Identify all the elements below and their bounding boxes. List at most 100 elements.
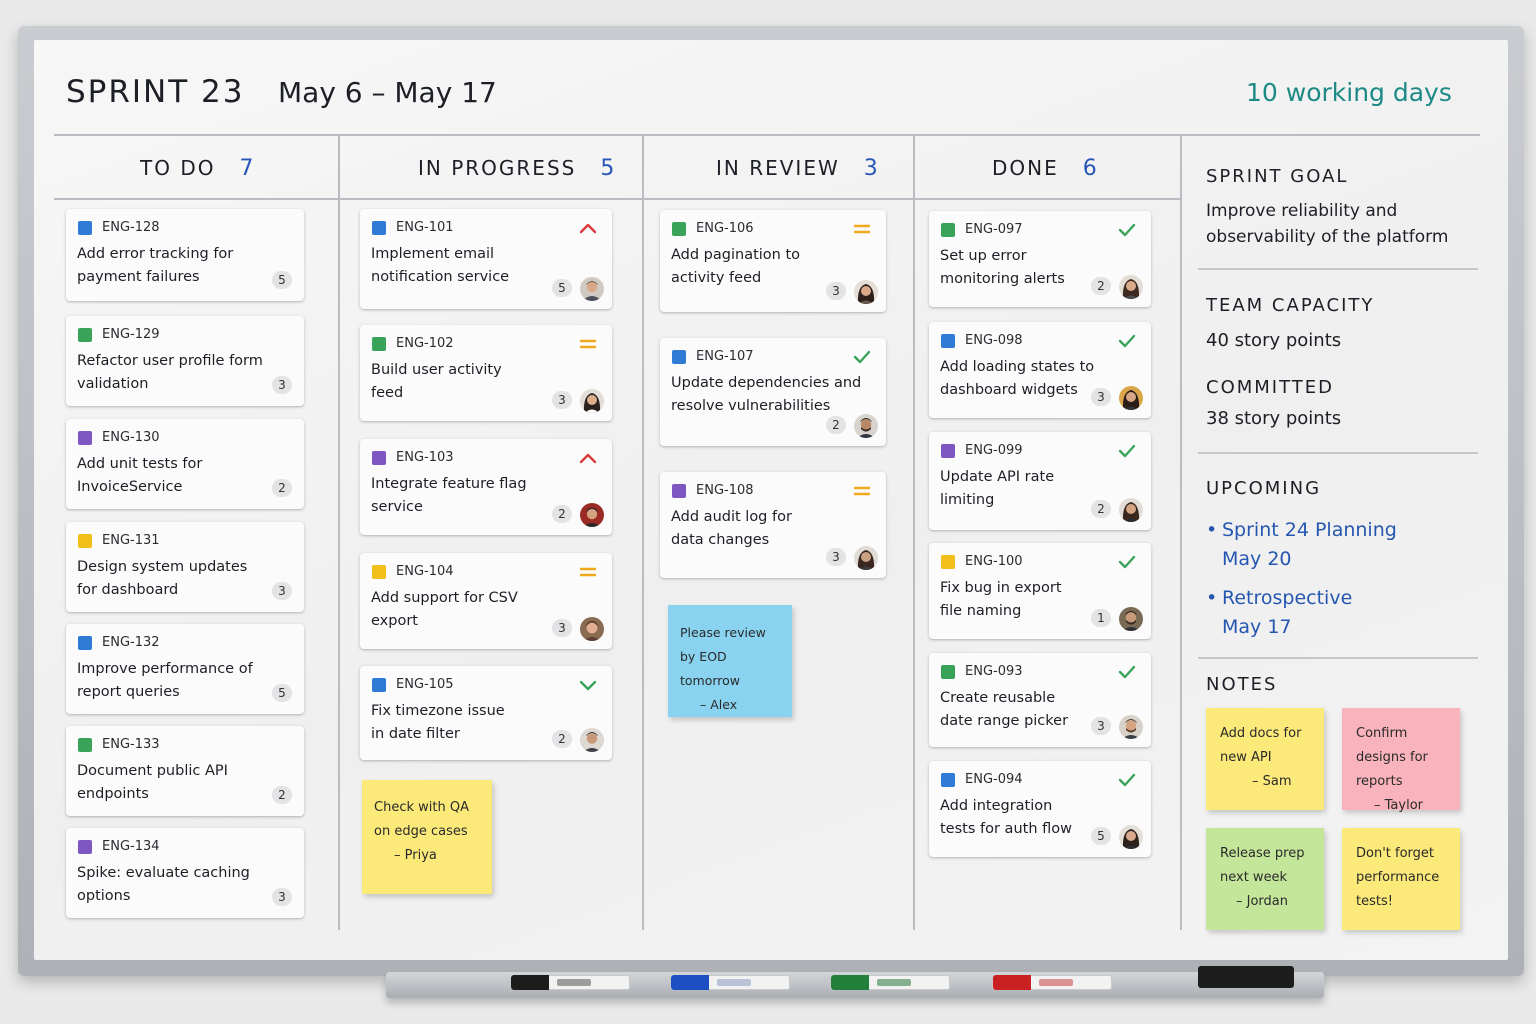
column-header-in-progress: IN PROGRESS 5 [418,156,614,181]
task-card[interactable]: ENG-108 Add audit log for data changes 3 [660,472,886,578]
sticky-text: Confirm designs for reports [1356,726,1428,789]
black-marker[interactable] [510,975,630,990]
assignee-avatar [1119,607,1143,631]
story-points: 3 [826,548,846,566]
story-points: 3 [272,582,292,600]
task-title: Design system updates for dashboard [77,559,248,598]
type-tag [78,221,92,235]
task-card[interactable]: ENG-097 Set up error monitoring alerts 2 [929,211,1151,307]
red-marker[interactable] [992,975,1112,990]
marker-tray [386,966,1324,998]
task-title: Fix bug in export file naming [940,580,1062,619]
task-title: Set up error monitoring alerts [940,248,1065,287]
type-tag [941,773,955,787]
task-title: Update dependencies and resolve vulnerab… [671,375,862,414]
type-tag [78,328,92,342]
task-title: Update API rate limiting [940,469,1055,508]
column-label: DONE [992,156,1059,180]
sidebar-divider [1198,452,1478,454]
type-tag [672,350,686,364]
sticky-note[interactable]: Don't forget performance tests! [1342,828,1460,930]
column-divider [1180,136,1182,930]
task-card[interactable]: ENG-106 Add pagination to activity feed … [660,210,886,312]
type-tag [941,444,955,458]
upcoming-item: • Sprint 24 Planning May 20 [1206,516,1456,574]
sticky-note[interactable]: Check with QA on edge cases – Priya [362,780,492,894]
task-card[interactable]: ENG-130 Add unit tests for InvoiceServic… [66,419,304,509]
task-card[interactable]: ENG-099 Update API rate limiting 2 [929,432,1151,530]
assignee-avatar [580,503,604,527]
task-card[interactable]: ENG-098 Add loading states to dashboard … [929,322,1151,418]
task-title: Create reusable date range picker [940,690,1069,729]
task-card[interactable]: ENG-103 Integrate feature flag service 2 [360,439,612,535]
column-header-divider [54,198,1180,200]
task-card[interactable]: ENG-131 Design system updates for dashbo… [66,522,304,612]
sprint-title: SPRINT 23 [66,74,245,110]
sticky-note[interactable]: Release prep next week – Jordan [1206,828,1324,930]
sidebar-divider [1198,268,1478,270]
task-key: ENG-134 [102,839,160,854]
sprint-board: SPRINT 23 May 6 – May 17 10 working days… [34,40,1508,960]
task-card[interactable]: ENG-101 Implement email notification ser… [360,209,612,309]
check-icon [1117,663,1137,681]
task-key: ENG-108 [696,483,754,498]
low-priority-icon [852,348,872,366]
task-title: Add unit tests for InvoiceService [77,456,203,495]
task-title: Add integration tests for auth flow [940,798,1072,837]
task-key: ENG-129 [102,327,160,342]
task-title: Spike: evaluate caching options [77,865,250,904]
type-tag [372,451,386,465]
task-card[interactable]: ENG-104 Add support for CSV export 3 [360,553,612,649]
type-tag [372,221,386,235]
type-tag [941,223,955,237]
blue-marker[interactable] [670,975,790,990]
assignee-avatar [580,617,604,641]
eraser[interactable] [1198,966,1294,988]
task-card[interactable]: ENG-100 Fix bug in export file naming 1 [929,543,1151,639]
story-points: 3 [272,376,292,394]
type-tag [78,738,92,752]
sticky-text: Don't forget performance tests! [1356,846,1440,909]
green-marker[interactable] [830,975,950,990]
column-header-in-review: IN REVIEW 3 [716,156,878,181]
task-card[interactable]: ENG-102 Build user activity feed 3 [360,325,612,421]
story-points: 5 [552,279,572,297]
working-days: 10 working days [1246,78,1452,107]
sticky-author: – Jordan [1236,894,1288,909]
check-icon [1117,332,1137,350]
notes-heading: NOTES [1206,674,1278,695]
high-priority-icon [578,449,598,467]
story-points: 2 [552,730,572,748]
bullet-icon: • [1206,587,1218,609]
task-card[interactable]: ENG-093 Create reusable date range picke… [929,653,1151,747]
check-icon [1117,771,1137,789]
sticky-note[interactable]: Add docs for new API – Sam [1206,708,1324,810]
task-card[interactable]: ENG-133 Document public API endpoints 2 [66,726,304,816]
task-card[interactable]: ENG-128 Add error tracking for payment f… [66,209,304,301]
task-key: ENG-130 [102,430,160,445]
upcoming-title: Sprint 24 Planning [1222,519,1397,541]
sticky-author: – Sam [1252,774,1292,789]
team-capacity-value: 40 story points [1206,330,1342,351]
sticky-author: – Taylor [1374,798,1423,813]
task-card[interactable]: ENG-094 Add integration tests for auth f… [929,761,1151,857]
medium-priority-icon [578,563,598,581]
task-title: Integrate feature flag service [371,476,527,515]
task-card[interactable]: ENG-107 Update dependencies and resolve … [660,338,886,446]
assignee-avatar [580,277,604,301]
task-card[interactable]: ENG-105 Fix timezone issue in date filte… [360,666,612,760]
sticky-note[interactable]: Confirm designs for reports – Taylor [1342,708,1460,813]
story-points: 5 [272,271,292,289]
task-card[interactable]: ENG-132 Improve performance of report qu… [66,624,304,714]
story-points: 2 [272,479,292,497]
task-card[interactable]: ENG-129 Refactor user profile form valid… [66,316,304,406]
task-title: Add support for CSV export [371,590,518,629]
task-key: ENG-106 [696,221,754,236]
task-card[interactable]: ENG-134 Spike: evaluate caching options … [66,828,304,918]
sticky-note[interactable]: Please review by EOD tomorrow – Alex [668,605,792,717]
task-key: ENG-128 [102,220,160,235]
story-points: 3 [1091,388,1111,406]
story-points: 3 [272,888,292,906]
story-points: 2 [826,416,846,434]
task-key: ENG-097 [965,222,1023,237]
